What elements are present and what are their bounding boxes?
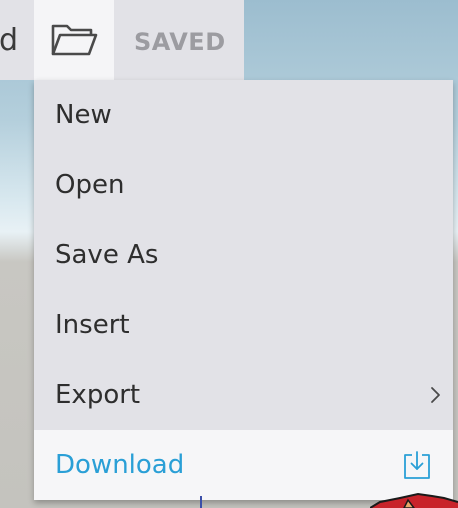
menu-item-download[interactable]: Download: [34, 430, 453, 500]
menu-item-export[interactable]: Export: [34, 360, 453, 430]
menu-item-label: Download: [55, 450, 185, 480]
menu-item-label: Save As: [55, 240, 159, 270]
canvas-illustration-fragment: [370, 492, 458, 508]
menu-item-label: Open: [55, 170, 125, 200]
menu-item-label: New: [55, 100, 112, 130]
menu-item-open[interactable]: Open: [34, 150, 453, 220]
toolbar-truncated-text: d: [0, 23, 19, 58]
menu-item-new[interactable]: New: [34, 80, 453, 150]
file-dropdown-menu: New Open Save As Insert Export Download: [34, 80, 453, 500]
download-icon: [404, 451, 430, 479]
canvas-stroke: [200, 496, 202, 508]
file-menu-button[interactable]: [34, 0, 114, 80]
folder-open-icon: [51, 24, 98, 56]
menu-item-label: Export: [55, 380, 141, 410]
save-status-label: SAVED: [134, 28, 226, 56]
menu-item-save-as[interactable]: Save As: [34, 220, 453, 290]
menu-item-insert[interactable]: Insert: [34, 290, 453, 360]
chevron-right-icon: [431, 387, 440, 403]
menu-item-label: Insert: [55, 310, 130, 340]
top-toolbar: d SAVED: [0, 0, 244, 80]
